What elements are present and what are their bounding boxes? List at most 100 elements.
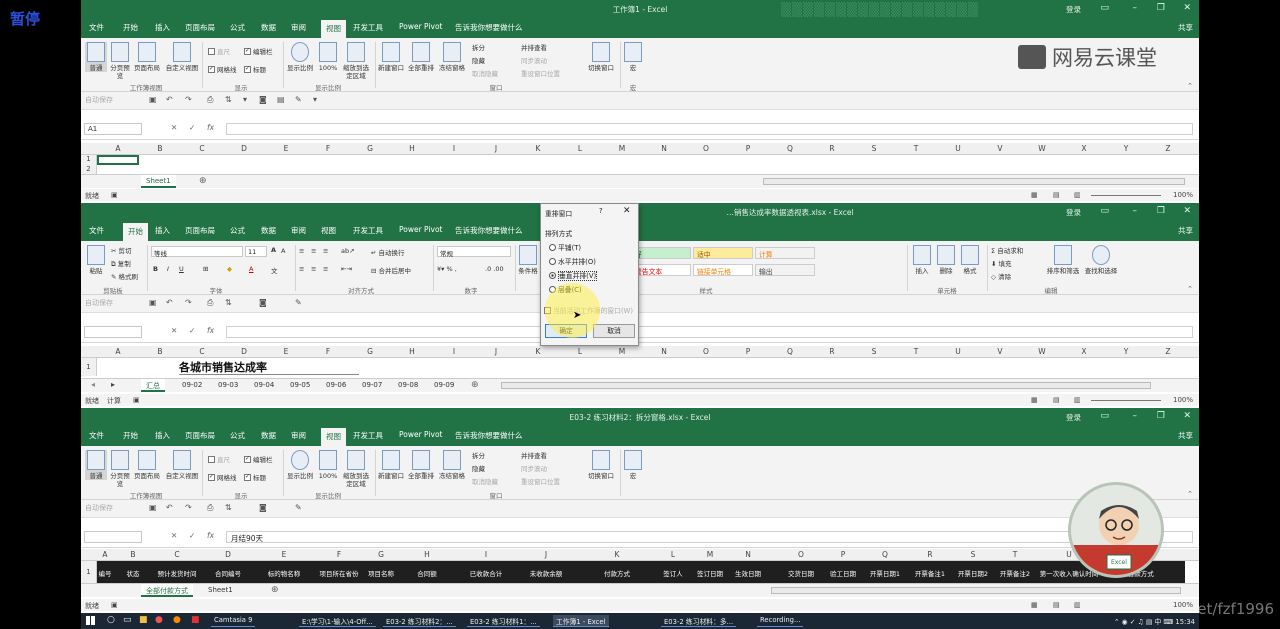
share-button[interactable]: 共享 bbox=[1178, 430, 1193, 441]
undo-icon[interactable]: ↶ bbox=[166, 95, 173, 104]
page-break-status-icon[interactable]: ▥ bbox=[1074, 396, 1081, 404]
tab-5[interactable]: 数据 bbox=[261, 22, 276, 33]
arrange-all-button[interactable]: 全部重排 bbox=[407, 450, 435, 480]
column-header[interactable]: C bbox=[174, 550, 179, 559]
align-left-icon[interactable]: ≡ bbox=[299, 265, 304, 273]
name-box[interactable] bbox=[84, 531, 142, 543]
horizontal-scrollbar[interactable] bbox=[501, 382, 1151, 389]
column-header[interactable]: G bbox=[367, 144, 373, 153]
column-header[interactable]: K bbox=[536, 347, 541, 356]
unhide-button[interactable]: 取消隐藏 bbox=[472, 476, 498, 486]
zoom-100-button[interactable]: 100% bbox=[317, 42, 339, 72]
tab-6[interactable]: 审阅 bbox=[291, 430, 306, 441]
tool-icon[interactable]: ✎ bbox=[295, 95, 302, 104]
column-title[interactable]: 已收款合计 bbox=[470, 568, 503, 578]
column-header[interactable]: Z bbox=[1165, 144, 1170, 153]
ruler-checkbox[interactable]: 直尺 bbox=[208, 46, 230, 56]
tab-6[interactable]: 审阅 bbox=[291, 225, 306, 236]
column-header[interactable]: B bbox=[157, 144, 162, 153]
camera-icon[interactable]: ◙ bbox=[259, 95, 267, 104]
view-side-by-side-button[interactable]: 并排查看 bbox=[521, 42, 547, 52]
share-button[interactable]: 共享 bbox=[1178, 225, 1193, 236]
sheet-tab[interactable]: 09-02 bbox=[177, 379, 207, 392]
restore-icon[interactable]: ❐ bbox=[1157, 3, 1165, 13]
save-icon[interactable]: ▣ bbox=[149, 95, 157, 104]
headings-checkbox[interactable]: 标题 bbox=[244, 64, 266, 74]
view-side-by-side-button[interactable]: 并排查看 bbox=[521, 450, 547, 460]
taskbar-item[interactable]: E03-2 练习材料1：... bbox=[467, 615, 540, 627]
macro-record-icon[interactable]: ▣ bbox=[111, 601, 118, 609]
column-title[interactable]: 签订人 bbox=[663, 568, 683, 578]
column-header[interactable]: Y bbox=[1124, 144, 1129, 153]
custom-views-button[interactable]: 自定义视图 bbox=[163, 42, 201, 72]
task-view-icon[interactable]: ▭ bbox=[123, 615, 132, 625]
column-title[interactable]: 验工日期 bbox=[830, 568, 856, 578]
redo-icon[interactable]: ↷ bbox=[185, 503, 192, 512]
sheet-tab[interactable]: 09-08 bbox=[393, 379, 423, 392]
formula-input[interactable] bbox=[226, 123, 1193, 135]
cell-style-swatch[interactable]: 链接单元格 bbox=[693, 264, 753, 276]
decimal-icon[interactable]: .0 .00 bbox=[485, 265, 504, 273]
column-header[interactable]: P bbox=[841, 550, 846, 559]
indent-icon[interactable]: ⇤⇥ bbox=[341, 265, 352, 273]
tab-8[interactable]: 开发工具 bbox=[353, 430, 383, 441]
page-layout-view-button[interactable]: 页面布局 bbox=[133, 450, 161, 480]
column-header[interactable]: N bbox=[661, 144, 667, 153]
fill-button[interactable]: ⬇ 填充 bbox=[991, 258, 1012, 268]
sheet-tab[interactable]: 全部付款方式 bbox=[141, 584, 193, 597]
column-header[interactable]: M bbox=[619, 347, 625, 356]
fill-color-icon[interactable]: ◆ bbox=[227, 265, 232, 273]
tab-0[interactable]: 文件 bbox=[89, 22, 104, 33]
tab-1[interactable]: 开始 bbox=[123, 22, 138, 33]
horizontal-scrollbar[interactable] bbox=[771, 587, 1181, 594]
column-title[interactable]: 未收款余额 bbox=[530, 568, 563, 578]
column-header[interactable]: L bbox=[671, 550, 675, 559]
formula-bar-checkbox[interactable]: 编辑栏 bbox=[244, 454, 273, 464]
normal-view-status-icon[interactable]: ▦ bbox=[1031, 601, 1038, 609]
column-header[interactable]: V bbox=[997, 144, 1002, 153]
column-title[interactable]: 签订日期 bbox=[697, 568, 723, 578]
column-header[interactable]: O bbox=[798, 550, 804, 559]
orientation-icon[interactable]: ab↗ bbox=[341, 247, 355, 255]
top-align-icon[interactable]: ≡ bbox=[299, 247, 304, 255]
page-break-status-icon[interactable]: ▥ bbox=[1074, 601, 1081, 609]
recorder-app-icon[interactable]: ■ bbox=[191, 615, 200, 625]
sort-icon[interactable]: ⇅ bbox=[225, 95, 232, 104]
column-header[interactable]: R bbox=[829, 144, 834, 153]
add-sheet-icon[interactable]: ⊕ bbox=[199, 176, 207, 186]
column-header[interactable]: Z bbox=[1165, 347, 1170, 356]
format-painter-button[interactable]: ✎ 格式刷 bbox=[111, 271, 138, 281]
align-right-icon[interactable]: ≡ bbox=[323, 265, 328, 273]
cell-style-swatch[interactable]: 适中 bbox=[693, 247, 753, 259]
column-header[interactable]: A bbox=[115, 347, 120, 356]
column-title[interactable]: 合同编号 bbox=[215, 568, 241, 578]
close-icon[interactable]: ✕ bbox=[1183, 3, 1191, 13]
column-header[interactable]: U bbox=[955, 144, 961, 153]
column-header[interactable]: T bbox=[914, 347, 919, 356]
column-header[interactable]: G bbox=[367, 347, 373, 356]
column-header[interactable]: Q bbox=[882, 550, 888, 559]
sheet-tab[interactable]: Sheet1 bbox=[203, 584, 238, 597]
sheet-tab[interactable]: 09-06 bbox=[321, 379, 351, 392]
increase-font-icon[interactable]: A bbox=[271, 246, 276, 254]
vertical-option[interactable]: 垂直并排(V) bbox=[549, 270, 598, 281]
zoom-100-button[interactable]: 100% bbox=[317, 450, 339, 480]
next-sheet-icon[interactable]: ▸ bbox=[111, 380, 115, 389]
column-header[interactable]: D bbox=[241, 347, 247, 356]
column-header[interactable]: I bbox=[485, 550, 487, 559]
paste-button[interactable]: 粘贴 bbox=[85, 245, 107, 275]
tab-7[interactable]: 视图 bbox=[321, 428, 346, 446]
column-header[interactable]: I bbox=[453, 144, 455, 153]
column-header[interactable]: N bbox=[661, 347, 667, 356]
add-sheet-icon[interactable]: ⊕ bbox=[271, 585, 279, 595]
column-header[interactable]: K bbox=[615, 550, 620, 559]
column-header[interactable]: X bbox=[1081, 347, 1086, 356]
help-button[interactable]: ? bbox=[599, 207, 603, 215]
redo-icon[interactable]: ↷ bbox=[185, 298, 192, 307]
insert-function-icon[interactable]: fx bbox=[207, 123, 214, 132]
cut-button[interactable]: ✂ 剪切 bbox=[111, 245, 132, 255]
column-header[interactable]: F bbox=[326, 144, 330, 153]
autosum-button[interactable]: Σ 自动求和 bbox=[991, 245, 1023, 255]
undo-icon[interactable]: ↶ bbox=[166, 298, 173, 307]
confirm-entry-icon[interactable]: ✓ bbox=[189, 531, 195, 540]
